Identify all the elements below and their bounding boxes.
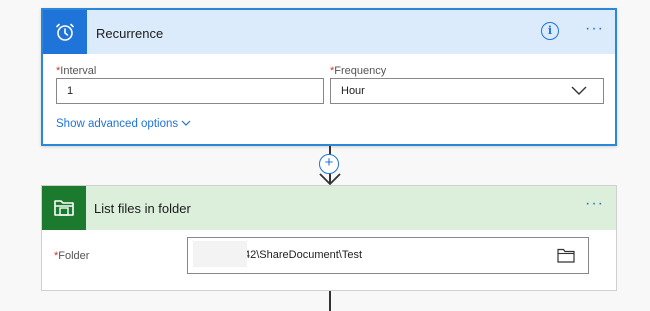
folder-value: 42\ShareDocument\Test (244, 249, 363, 261)
redacted-region (193, 241, 247, 267)
list-files-more-icon[interactable]: ··· (585, 196, 604, 212)
show-advanced-label: Show advanced options (56, 118, 179, 130)
recurrence-header[interactable]: Recurrence i ··· (43, 10, 615, 54)
list-files-card[interactable]: List files in folder ··· *Folder 42\Shar… (41, 185, 617, 291)
connector-line-bottom (329, 291, 331, 311)
folder-label: *Folder (54, 250, 89, 262)
frequency-select[interactable]: Hour (330, 78, 604, 104)
recurrence-icon-box (43, 10, 87, 54)
show-advanced-options-link[interactable]: Show advanced options (56, 118, 191, 130)
recurrence-card[interactable]: Recurrence i ··· *Interval 1 *Frequency … (41, 8, 617, 146)
folder-label-text: Folder (58, 250, 90, 262)
sharepoint-icon (54, 200, 74, 216)
chevron-down-icon (571, 86, 587, 95)
info-icon[interactable]: i (541, 22, 559, 40)
folder-input[interactable]: 42\ShareDocument\Test (187, 237, 589, 274)
folder-icon[interactable] (557, 248, 575, 263)
list-files-header[interactable]: List files in folder ··· (42, 186, 616, 230)
frequency-value: Hour (341, 85, 365, 97)
frequency-label: *Frequency (330, 65, 386, 77)
frequency-label-text: Frequency (334, 65, 387, 77)
recurrence-title: Recurrence (96, 26, 164, 41)
plus-icon: + (324, 154, 334, 171)
sharepoint-icon-box (42, 186, 86, 230)
list-files-title: List files in folder (94, 201, 191, 216)
chevron-down-icon (181, 121, 191, 127)
recurrence-more-icon[interactable]: ··· (585, 21, 604, 37)
interval-label-text: Interval (60, 65, 97, 77)
insert-step-button[interactable]: + (319, 154, 339, 174)
interval-label: *Interval (56, 65, 96, 77)
interval-input[interactable]: 1 (56, 78, 324, 104)
alarm-clock-icon (56, 23, 74, 41)
arrow-down-icon (319, 173, 341, 186)
